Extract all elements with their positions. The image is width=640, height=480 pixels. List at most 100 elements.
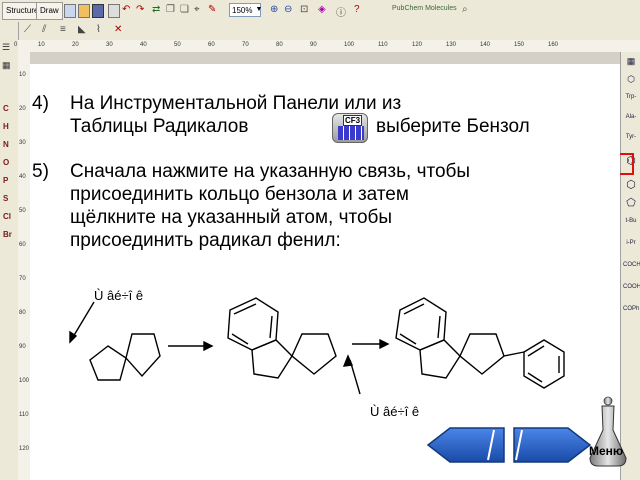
ruler-label: 70: [19, 276, 26, 282]
template-coph[interactable]: COPh: [623, 306, 639, 312]
search-icon[interactable]: ⌕: [462, 4, 472, 16]
template-ala[interactable]: Ala-: [623, 114, 639, 120]
annotation-label: Ù âé÷î ê: [370, 404, 420, 419]
single-bond-icon[interactable]: ⟋: [24, 24, 34, 36]
top-toolbar: Structure Draw ↶ ↷ ⇄ ❐ ❏ ⌖ ✎ 150% ▼ ⊕ ⊖ …: [0, 0, 640, 23]
element-p[interactable]: P: [3, 176, 8, 185]
radical-table-icon[interactable]: CF3: [332, 113, 368, 143]
chevron-down-icon[interactable]: ▼: [255, 4, 263, 16]
double-bond: [233, 303, 257, 315]
template-cooh[interactable]: COOH: [623, 284, 640, 290]
ruler-label: 50: [19, 208, 26, 214]
element-cl[interactable]: Cl: [3, 212, 11, 221]
cyclopentane-ring: [125, 333, 161, 378]
template-coch3[interactable]: COCH3: [623, 262, 640, 268]
double-bond: [403, 303, 425, 315]
copy-icon[interactable]: ❐: [166, 4, 176, 16]
chain-icon[interactable]: ⌇: [96, 24, 106, 36]
back-button[interactable]: [424, 424, 510, 466]
wedge-bond-icon[interactable]: ◣: [78, 24, 88, 36]
arrowhead: [379, 338, 390, 350]
redo-icon[interactable]: ↷: [136, 4, 146, 16]
reaction-diagram: [69, 297, 565, 395]
fragment-icon[interactable]: ▦: [623, 56, 639, 67]
ring-icon[interactable]: ⬡: [623, 74, 639, 85]
template-ipr[interactable]: i-Pr: [623, 240, 639, 246]
undo-icon[interactable]: ↶: [122, 4, 132, 16]
ruler-label: 80: [276, 42, 283, 48]
cyclopentane-ring: [459, 333, 505, 375]
open-folder-icon[interactable]: [78, 4, 90, 18]
element-n[interactable]: N: [3, 140, 9, 149]
ruler-label: 60: [19, 242, 26, 248]
pointer-icon[interactable]: ☰: [2, 42, 10, 53]
cyclopentane-ring: [419, 339, 461, 379]
annotation-label: Ù âé÷î ê: [94, 288, 144, 303]
triple-bond-icon[interactable]: ≡: [60, 24, 70, 36]
ruler-label: 90: [310, 42, 317, 48]
draw-toolbar: ⟋ ⫽ ≡ ◣ ⌇ ✕: [0, 22, 640, 41]
template-tbu[interactable]: t-Bu: [623, 218, 639, 224]
periodic-table-icon[interactable]: ▦: [2, 60, 11, 71]
ruler-label: 100: [344, 42, 355, 48]
clean-icon[interactable]: ✎: [208, 4, 218, 16]
select-icon[interactable]: ⌖: [194, 4, 204, 16]
horizontal-ruler: 0 10 20 30 40 50 60 70 80 90 100 110 120…: [14, 40, 640, 52]
element-h[interactable]: H: [3, 122, 9, 131]
print-icon[interactable]: [108, 4, 120, 18]
template-tyr[interactable]: Tyr-: [623, 134, 639, 140]
left-element-palette: ☰ ▦ C H N O P S Cl Br: [0, 22, 19, 480]
cyclopentane-ring: [291, 333, 337, 375]
ruler-label: 100: [19, 378, 30, 384]
ruler-label: 50: [174, 42, 181, 48]
element-o[interactable]: O: [3, 158, 9, 167]
ruler-label: 40: [140, 42, 147, 48]
ruler-label: 110: [378, 42, 388, 48]
ruler-label: 160: [548, 42, 559, 48]
ruler-label: 20: [19, 106, 26, 112]
ruler-label: 150: [514, 42, 525, 48]
paste-icon[interactable]: ❏: [180, 4, 190, 16]
flask-stopper-icon: [603, 396, 613, 406]
brand-label: PubChem Molecules: [392, 5, 457, 12]
flip-icon[interactable]: ⇄: [152, 4, 162, 16]
double-bond: [399, 333, 417, 345]
double-bond: [527, 372, 543, 383]
zoom-in-icon[interactable]: ⊕: [270, 4, 280, 16]
ruler-label: 60: [208, 42, 215, 48]
fit-icon[interactable]: ⊡: [300, 4, 310, 16]
ruler-label: 20: [72, 42, 79, 48]
element-br[interactable]: Br: [3, 230, 12, 239]
tab-draw[interactable]: Draw: [36, 2, 63, 20]
cyclopentane-ring: [89, 345, 127, 381]
cf3-label: CF3: [343, 115, 363, 126]
help-icon[interactable]: ?: [354, 4, 364, 16]
info-icon[interactable]: ⓘ: [336, 4, 346, 19]
ruler-label: 130: [446, 42, 457, 48]
double-bond-icon[interactable]: ⫽: [42, 24, 52, 36]
template-trp[interactable]: Trp-: [623, 94, 639, 100]
ruler-label: 120: [19, 446, 30, 452]
pentagon-icon[interactable]: ⬠: [623, 196, 639, 209]
forward-button[interactable]: [510, 424, 596, 466]
menu-label: Меню: [589, 444, 624, 458]
ruler-label: 0: [14, 42, 18, 48]
ruler-label: 30: [106, 42, 113, 48]
double-bond: [437, 315, 441, 339]
arrowhead: [203, 340, 214, 352]
double-bond: [231, 333, 249, 345]
eraser-icon[interactable]: ✕: [114, 24, 124, 36]
ruler-label: 30: [19, 140, 26, 146]
hexagon-icon[interactable]: ⬡: [623, 178, 639, 191]
3d-view-icon[interactable]: ◈: [318, 4, 328, 16]
zoom-out-icon[interactable]: ⊖: [284, 4, 294, 16]
double-bond: [269, 315, 273, 339]
element-c[interactable]: C: [3, 104, 9, 113]
ruler-label: 140: [480, 42, 491, 48]
save-icon[interactable]: [92, 4, 104, 18]
ruler-label: 70: [242, 42, 249, 48]
new-file-icon[interactable]: [64, 4, 76, 18]
element-s[interactable]: S: [3, 194, 8, 203]
drawing-canvas[interactable]: 4) На Инструментальной Панели или из Таб…: [30, 64, 620, 480]
vertical-ruler: 10 20 30 40 50 60 70 80 90 100 110 120: [18, 52, 30, 480]
